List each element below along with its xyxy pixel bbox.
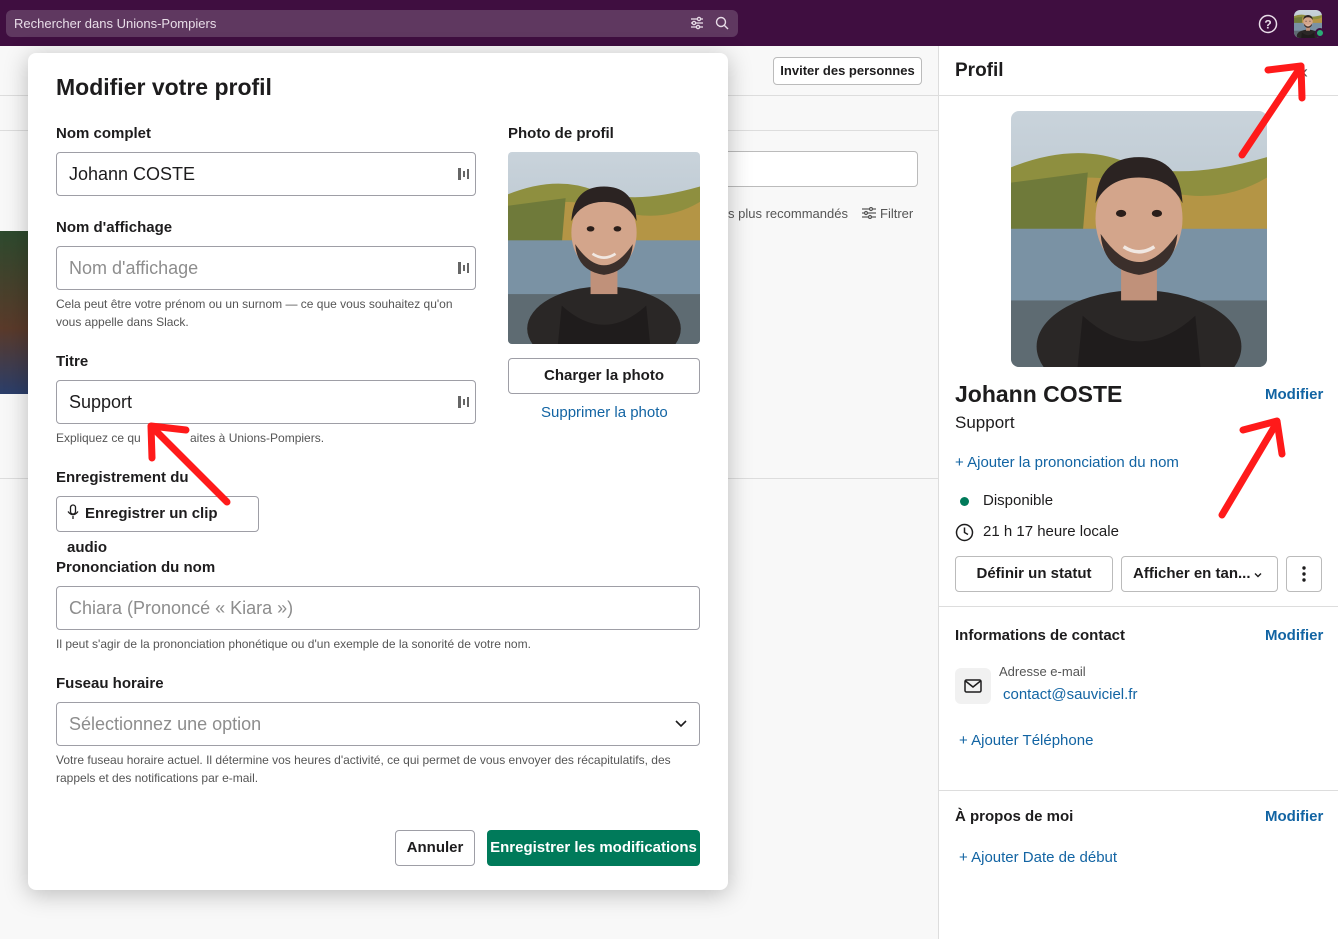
recommended-sort-label[interactable]: s plus recommandés (728, 206, 848, 221)
upload-photo-button[interactable]: Charger la photo (508, 358, 700, 394)
timezone-label: Fuseau horaire (56, 675, 164, 692)
display-name-label: Nom d'affichage (56, 219, 173, 236)
search-bar[interactable]: Rechercher dans Unions-Pompiers (6, 10, 738, 37)
search-placeholder: Rechercher dans Unions-Pompiers (14, 16, 217, 31)
title-help-end: aites à Unions-Pompiers. (190, 431, 325, 445)
plus-icon: + (959, 849, 972, 866)
search-icon[interactable] (714, 15, 730, 31)
about-me-title: À propos de moi (955, 808, 1074, 825)
show-as-label: Afficher en tan... (1133, 565, 1251, 582)
microphone-icon (67, 504, 79, 519)
full-name-input[interactable]: Johann COSTE (56, 152, 476, 196)
title-value: Support (69, 392, 133, 412)
background-member-photo (0, 231, 28, 394)
add-pronunciation-link[interactable]: + Ajouter la prononciation du nom (955, 454, 1179, 471)
filter-label: Filtrer (880, 206, 914, 221)
profile-photo-label: Photo de profil (508, 125, 614, 142)
invite-people-button[interactable]: Inviter des personnes (773, 57, 922, 85)
show-as-dropdown[interactable]: Afficher en tan... (1121, 556, 1278, 592)
local-time: 21 h 17 heure locale (983, 523, 1119, 540)
close-panel-icon[interactable]: ‹ (1302, 62, 1308, 83)
add-phone-link[interactable]: + Ajouter Téléphone (959, 732, 1093, 749)
title-input[interactable]: Support (56, 380, 476, 424)
full-name-label: Nom complet (56, 125, 152, 142)
filter-button[interactable]: Filtrer (862, 206, 913, 221)
edit-contact-link[interactable]: Modifier (1265, 627, 1323, 644)
contact-info-title: Informations de contact (955, 627, 1126, 644)
add-phone-label: Ajouter Téléphone (971, 732, 1094, 749)
display-name-input[interactable]: Nom d'affichage (56, 246, 476, 290)
workspace-top-bar: Rechercher dans Unions-Pompiers ? (0, 0, 1338, 46)
availability-dot (960, 497, 969, 506)
delete-photo-link[interactable]: Supprimer la photo (541, 404, 668, 421)
plus-icon: + (959, 732, 972, 749)
plus-icon: + (955, 454, 968, 471)
pronunciation-help: Il peut s'agir de la prononciation phoné… (56, 637, 531, 651)
edit-profile-link[interactable]: Modifier (1265, 386, 1323, 403)
timezone-placeholder: Sélectionnez une option (69, 714, 262, 734)
display-name-placeholder: Nom d'affichage (69, 258, 199, 278)
divider (939, 95, 1338, 96)
email-icon-box (955, 668, 991, 704)
title-help-start: Expliquez ce qu (56, 431, 141, 445)
text-format-icon (458, 168, 469, 180)
text-format-icon (458, 262, 469, 274)
email-link[interactable]: contact@sauviciel.fr (1003, 686, 1137, 703)
add-start-date-link[interactable]: + Ajouter Date de début (959, 849, 1117, 866)
timezone-help: Votre fuseau horaire actuel. Il détermin… (56, 753, 671, 785)
pronunciation-label: Prononciation du nom (56, 559, 216, 576)
presence-indicator (1315, 28, 1325, 38)
profile-panel-title: Profil (955, 60, 1004, 81)
background-search-input[interactable] (700, 151, 918, 187)
title-label: Titre (56, 353, 89, 370)
help-icon[interactable]: ? (1258, 14, 1278, 34)
filter-icon (862, 206, 876, 220)
profile-name: Johann COSTE (955, 381, 1123, 407)
divider (939, 606, 1338, 607)
record-audio-button[interactable]: Enregistrer un clip audio (56, 496, 259, 556)
availability-status: Disponible (983, 492, 1054, 509)
save-changes-button[interactable]: Enregistrer les modifications (487, 830, 700, 866)
svg-text:?: ? (1264, 18, 1271, 32)
modal-profile-photo (508, 152, 700, 344)
full-name-value: Johann COSTE (69, 164, 196, 184)
mail-icon (964, 679, 982, 693)
edit-about-link[interactable]: Modifier (1265, 808, 1323, 825)
pronunciation-input[interactable]: Chiara (Prononcé « Kiara ») (56, 586, 700, 630)
recording-label: Enregistrement du (56, 469, 189, 486)
modal-title: Modifier votre profil (56, 74, 272, 100)
more-actions-button[interactable] (1286, 556, 1322, 592)
text-format-icon (458, 396, 469, 408)
timezone-select[interactable]: Sélectionnez une option (56, 702, 700, 746)
cancel-button[interactable]: Annuler (395, 830, 475, 866)
profile-photo[interactable] (1011, 111, 1267, 367)
clock-icon (955, 523, 974, 542)
email-label: Adresse e-mail (999, 664, 1086, 679)
add-pronunciation-label: Ajouter la prononciation du nom (967, 454, 1179, 471)
divider (939, 790, 1338, 791)
profile-role: Support (955, 413, 1015, 432)
display-name-help: Cela peut être votre prénom ou un surnom… (56, 297, 453, 329)
chevron-down-icon (675, 720, 687, 728)
add-start-date-label: Ajouter Date de début (971, 849, 1118, 866)
chevron-down-icon (1254, 573, 1262, 578)
set-status-button[interactable]: Définir un statut (955, 556, 1113, 592)
more-vertical-icon (1302, 566, 1306, 582)
sliders-icon[interactable] (689, 15, 705, 31)
